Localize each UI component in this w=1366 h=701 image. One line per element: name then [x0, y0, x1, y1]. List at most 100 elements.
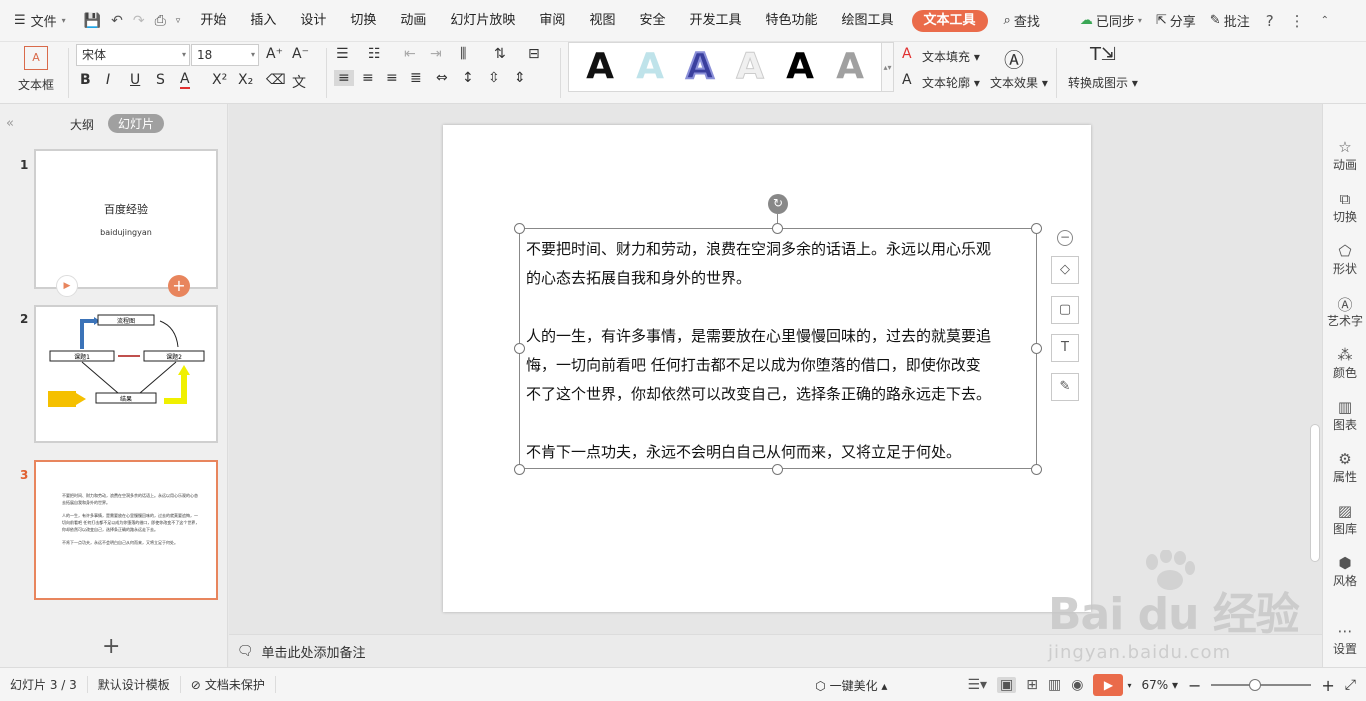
- tab-4[interactable]: 动画: [388, 0, 438, 42]
- sync-button[interactable]: ☁ 已同步 ▾: [1080, 11, 1142, 30]
- font-name-select[interactable]: 宋体 ▾: [76, 44, 190, 66]
- file-menu[interactable]: ☰ 文件 ▾: [0, 0, 76, 42]
- line-spacing-icon[interactable]: ↕: [462, 70, 474, 86]
- chevron-down-icon[interactable]: ▾: [1127, 681, 1131, 690]
- wordart-style-3[interactable]: A: [685, 42, 715, 92]
- slideshow-button[interactable]: ▶: [1093, 674, 1124, 696]
- fit-window-icon[interactable]: ⤢: [1345, 677, 1356, 693]
- resize-handle-top-right[interactable]: [1031, 223, 1042, 234]
- distributed-icon[interactable]: ⇔: [436, 70, 448, 86]
- sidebar-item-5[interactable]: ▥ 图表: [1323, 398, 1366, 433]
- bullet-list-icon[interactable]: ☰: [336, 46, 349, 62]
- help-icon[interactable]: ?: [1266, 12, 1274, 30]
- numbered-list-icon[interactable]: ☷: [368, 46, 381, 62]
- align-right-icon[interactable]: ≡: [386, 70, 398, 86]
- align-text-icon[interactable]: ⊟: [528, 46, 540, 62]
- sidebar-item-8[interactable]: ⬢ 风格: [1323, 554, 1366, 589]
- text-box-content[interactable]: 不要把时间、财力和劳动，浪费在空洞多余的话语上。永远以用心乐观 的心态去拓展自我…: [526, 235, 1034, 467]
- tab-6[interactable]: 审阅: [527, 0, 577, 42]
- notes-view-icon[interactable]: ☰▾: [967, 677, 987, 693]
- wordart-gallery-more[interactable]: ▴▾: [882, 42, 894, 92]
- sidebar-item-1[interactable]: ⧉ 切换: [1323, 190, 1366, 225]
- zoom-level[interactable]: 67% ▾: [1141, 678, 1178, 692]
- outline-icon[interactable]: ▢: [1051, 296, 1079, 324]
- slide[interactable]: ↻ 不要把时间、财力和劳动，浪费在空洞多余的话语上。永远以用心乐观 的心态去拓展…: [443, 125, 1091, 612]
- slide-thumbnail-1[interactable]: 百度经验 baidujingyan: [34, 149, 218, 289]
- text-effect-button[interactable]: 文本效果 ▾: [990, 74, 1048, 91]
- sidebar-item-2[interactable]: ⬠ 形状: [1323, 242, 1366, 277]
- textbox-button[interactable]: A 文本框: [12, 46, 60, 100]
- more-icon[interactable]: ⋮: [1290, 12, 1305, 30]
- rotate-handle-icon[interactable]: ↻: [768, 194, 788, 214]
- print-icon[interactable]: ⎙: [155, 13, 166, 29]
- wordart-style-2[interactable]: A: [636, 42, 664, 92]
- increase-indent-icon[interactable]: ⇥: [430, 46, 442, 62]
- tab-outline[interactable]: 大纲: [70, 116, 94, 133]
- tab-slides[interactable]: 幻灯片: [108, 114, 165, 133]
- fill-icon[interactable]: ◇: [1051, 256, 1079, 284]
- font-size-select[interactable]: 18 ▾: [191, 44, 259, 66]
- tab-0[interactable]: 开始: [188, 0, 238, 42]
- protection-status[interactable]: ⊘ 文档未保护: [181, 676, 276, 693]
- align-center-icon[interactable]: ≡: [362, 70, 374, 86]
- sidebar-item-7[interactable]: ▨ 图库: [1323, 502, 1366, 537]
- tab-5[interactable]: 幻灯片放映: [438, 0, 527, 42]
- save-icon[interactable]: 💾: [84, 13, 101, 29]
- scrollbar-thumb[interactable]: [1310, 424, 1320, 562]
- superscript-icon[interactable]: X²: [212, 72, 227, 88]
- grow-font-icon[interactable]: A⁺: [266, 46, 283, 62]
- clear-format-icon[interactable]: ⌫: [266, 72, 286, 88]
- tab-1[interactable]: 插入: [238, 0, 288, 42]
- collapse-toolbar-icon[interactable]: −: [1057, 230, 1073, 246]
- text-fill-button[interactable]: 文本填充 ▾: [922, 48, 980, 65]
- align-left-icon[interactable]: ≡: [334, 70, 354, 86]
- paragraph-spacing-icon[interactable]: ⇳: [488, 70, 500, 86]
- text-direction-icon[interactable]: ⇅: [494, 46, 506, 62]
- zoom-slider[interactable]: [1211, 679, 1312, 691]
- wordart-style-5[interactable]: A: [786, 42, 814, 92]
- sidebar-item-4[interactable]: ⁂ 颜色: [1323, 346, 1366, 381]
- beautify-button[interactable]: ⬡ 一键美化 ▴: [815, 677, 887, 694]
- wordart-style-1[interactable]: A: [586, 42, 614, 92]
- collapse-ribbon-icon[interactable]: ⌃: [1321, 15, 1329, 26]
- reading-view-icon[interactable]: ▥: [1048, 677, 1061, 693]
- resize-handle-bottom-right[interactable]: [1031, 464, 1042, 475]
- subscript-icon[interactable]: X₂: [238, 72, 253, 88]
- tab-9[interactable]: 开发工具: [677, 0, 753, 42]
- tab-10[interactable]: 特色功能: [753, 0, 829, 42]
- zoom-slider-knob[interactable]: [1249, 679, 1262, 691]
- search-button[interactable]: ⌕ 查找: [1004, 11, 1040, 30]
- slide-thumbnail-3[interactable]: 不要把时间、财力和劳动，浪费在空洞多余的话语上。永远以用心乐观的心态去拓展自我和…: [34, 460, 218, 600]
- wordart-style-4[interactable]: A: [736, 42, 765, 92]
- bold-icon[interactable]: B: [80, 72, 91, 88]
- tab-3[interactable]: 切换: [338, 0, 388, 42]
- sidebar-item-6[interactable]: ⚙ 属性: [1323, 450, 1366, 485]
- new-slide-icon[interactable]: +: [102, 634, 120, 659]
- add-slide-icon[interactable]: +: [168, 275, 190, 297]
- normal-view-icon[interactable]: ▣: [997, 677, 1017, 693]
- resize-handle-top-left[interactable]: [514, 223, 525, 234]
- redo-icon[interactable]: ↷: [133, 13, 145, 29]
- tab-8[interactable]: 安全: [627, 0, 677, 42]
- phonetic-icon[interactable]: 文: [292, 72, 306, 92]
- text-box[interactable]: 不要把时间、财力和劳动，浪费在空洞多余的话语上。永远以用心乐观 的心态去拓展自我…: [519, 228, 1037, 469]
- resize-handle-top[interactable]: [772, 223, 783, 234]
- play-slide-icon[interactable]: ▶: [56, 275, 78, 297]
- font-color-icon[interactable]: A: [180, 72, 190, 89]
- italic-icon[interactable]: I: [106, 72, 110, 88]
- paragraph-settings-icon[interactable]: ⇕: [514, 70, 526, 86]
- sidebar-item-3[interactable]: Ⓐ 艺术字: [1323, 294, 1366, 329]
- tab-2[interactable]: 设计: [288, 0, 338, 42]
- zoom-in-icon[interactable]: +: [1321, 676, 1334, 695]
- template-name[interactable]: 默认设计模板: [88, 676, 181, 693]
- resize-handle-bottom[interactable]: [772, 464, 783, 475]
- sidebar-item-0[interactable]: ☆ 动画: [1323, 138, 1366, 173]
- text-outline-button[interactable]: 文本轮廓 ▾: [922, 74, 980, 91]
- tab-11[interactable]: 绘图工具: [830, 0, 906, 42]
- shadow-icon[interactable]: S: [156, 72, 165, 88]
- slide-thumbnail-2[interactable]: 流程图 课题1 课题2 结果: [34, 305, 218, 443]
- comment-button[interactable]: ✎ 批注: [1210, 11, 1250, 30]
- undo-icon[interactable]: ↶: [111, 13, 123, 29]
- tab-7[interactable]: 视图: [577, 0, 627, 42]
- underline-icon[interactable]: U: [130, 72, 140, 88]
